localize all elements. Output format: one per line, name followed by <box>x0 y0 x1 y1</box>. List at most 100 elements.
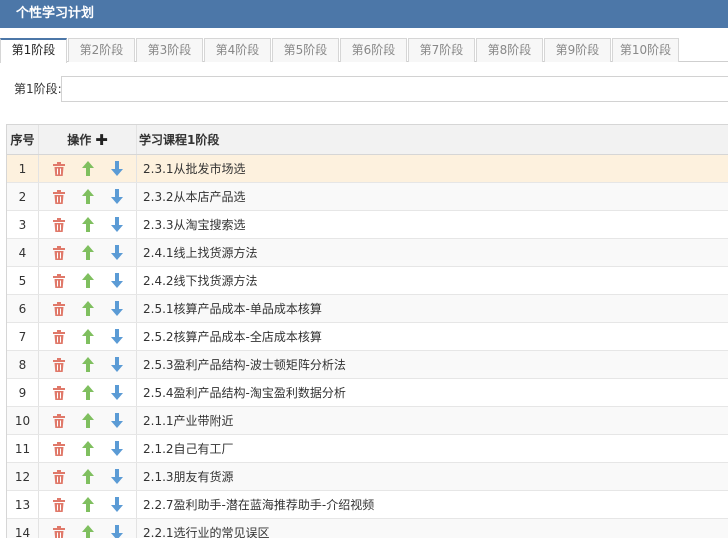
arrow-down-icon[interactable] <box>109 441 124 457</box>
arrow-up-icon[interactable] <box>80 217 95 233</box>
row-index: 3 <box>7 211 39 238</box>
row-course: 2.3.2从本店产品选 <box>143 190 246 204</box>
row-index: 1 <box>7 155 39 182</box>
arrow-up-icon[interactable] <box>80 469 95 485</box>
row-ops <box>39 239 137 266</box>
row-course: 2.1.2自己有工厂 <box>143 442 234 456</box>
arrow-down-icon[interactable] <box>109 245 124 261</box>
arrow-up-icon[interactable] <box>80 161 95 177</box>
table-row[interactable]: 11 2.1.2自己有工厂 <box>7 435 728 463</box>
trash-icon[interactable] <box>51 189 66 205</box>
table-row[interactable]: 14 2.2.1选行业的常见误区 <box>7 519 728 538</box>
arrow-up-icon[interactable] <box>80 525 95 538</box>
trash-icon[interactable] <box>51 497 66 513</box>
table-row[interactable]: 9 2.5.4盈利产品结构-淘宝盈利数据分析 <box>7 379 728 407</box>
row-ops <box>39 211 137 238</box>
row-index: 7 <box>7 323 39 350</box>
tab-stage-4[interactable]: 第4阶段 <box>204 38 271 62</box>
trash-icon[interactable] <box>51 329 66 345</box>
arrow-down-icon[interactable] <box>109 469 124 485</box>
trash-icon[interactable] <box>51 301 66 317</box>
row-index: 2 <box>7 183 39 210</box>
table-row[interactable]: 10 2.1.1产业带附近 <box>7 407 728 435</box>
row-index: 5 <box>7 267 39 294</box>
row-index: 10 <box>7 407 39 434</box>
trash-icon[interactable] <box>51 273 66 289</box>
row-ops <box>39 463 137 490</box>
row-course: 2.1.1产业带附近 <box>143 414 234 428</box>
row-ops <box>39 267 137 294</box>
arrow-down-icon[interactable] <box>109 301 124 317</box>
tab-stage-6[interactable]: 第6阶段 <box>340 38 407 62</box>
row-index: 6 <box>7 295 39 322</box>
row-course: 2.5.3盈利产品结构-波士顿矩阵分析法 <box>143 358 346 372</box>
table-row[interactable]: 4 2.4.1线上找货源方法 <box>7 239 728 267</box>
table-row[interactable]: 5 2.4.2线下找货源方法 <box>7 267 728 295</box>
row-course: 2.5.2核算产品成本-全店成本核算 <box>143 330 322 344</box>
row-course: 2.1.3朋友有货源 <box>143 470 234 484</box>
trash-icon[interactable] <box>51 413 66 429</box>
tab-stage-9[interactable]: 第9阶段 <box>544 38 611 62</box>
tab-stage-5[interactable]: 第5阶段 <box>272 38 339 62</box>
table-row[interactable]: 8 2.5.3盈利产品结构-波士顿矩阵分析法 <box>7 351 728 379</box>
window-title: 个性学习计划 <box>0 0 728 28</box>
row-ops <box>39 323 137 350</box>
trash-icon[interactable] <box>51 525 66 538</box>
trash-icon[interactable] <box>51 245 66 261</box>
arrow-up-icon[interactable] <box>80 301 95 317</box>
trash-icon[interactable] <box>51 385 66 401</box>
stage-name-input[interactable] <box>61 76 728 102</box>
row-index: 4 <box>7 239 39 266</box>
trash-icon[interactable] <box>51 357 66 373</box>
arrow-down-icon[interactable] <box>109 217 124 233</box>
arrow-down-icon[interactable] <box>109 525 124 538</box>
arrow-down-icon[interactable] <box>109 385 124 401</box>
tab-stage-10[interactable]: 第10阶段 <box>612 38 679 62</box>
arrow-up-icon[interactable] <box>80 413 95 429</box>
arrow-down-icon[interactable] <box>109 329 124 345</box>
arrow-up-icon[interactable] <box>80 245 95 261</box>
row-course: 2.4.2线下找货源方法 <box>143 274 258 288</box>
table-row[interactable]: 12 2.1.3朋友有货源 <box>7 463 728 491</box>
row-index: 11 <box>7 435 39 462</box>
table-row[interactable]: 2 2.3.2从本店产品选 <box>7 183 728 211</box>
arrow-down-icon[interactable] <box>109 161 124 177</box>
arrow-up-icon[interactable] <box>80 441 95 457</box>
arrow-up-icon[interactable] <box>80 273 95 289</box>
row-ops <box>39 295 137 322</box>
row-index: 14 <box>7 519 39 538</box>
table-row[interactable]: 1 2.3.1从批发市场选 <box>7 155 728 183</box>
arrow-down-icon[interactable] <box>109 357 124 373</box>
tab-stage-8[interactable]: 第8阶段 <box>476 38 543 62</box>
plus-icon[interactable]: ✚ <box>95 131 108 149</box>
arrow-down-icon[interactable] <box>109 273 124 289</box>
row-course: 2.5.1核算产品成本-单品成本核算 <box>143 302 322 316</box>
table-row[interactable]: 13 2.2.7盈利助手-潜在蓝海推荐助手-介绍视频 <box>7 491 728 519</box>
table-row[interactable]: 3 2.3.3从淘宝搜索选 <box>7 211 728 239</box>
tab-stage-2[interactable]: 第2阶段 <box>68 38 135 62</box>
row-course: 2.4.1线上找货源方法 <box>143 246 258 260</box>
tab-stage-1[interactable]: 第1阶段 <box>0 38 67 63</box>
tab-stage-3[interactable]: 第3阶段 <box>136 38 203 62</box>
arrow-up-icon[interactable] <box>80 357 95 373</box>
trash-icon[interactable] <box>51 161 66 177</box>
row-course: 2.2.7盈利助手-潜在蓝海推荐助手-介绍视频 <box>143 498 375 512</box>
arrow-down-icon[interactable] <box>109 189 124 205</box>
arrow-down-icon[interactable] <box>109 413 124 429</box>
table-row[interactable]: 7 2.5.2核算产品成本-全店成本核算 <box>7 323 728 351</box>
arrow-down-icon[interactable] <box>109 497 124 513</box>
arrow-up-icon[interactable] <box>80 189 95 205</box>
table-row[interactable]: 6 2.5.1核算产品成本-单品成本核算 <box>7 295 728 323</box>
row-ops <box>39 351 137 378</box>
table-header: 序号 操作 ✚ 学习课程1阶段 <box>7 125 728 155</box>
trash-icon[interactable] <box>51 441 66 457</box>
trash-icon[interactable] <box>51 217 66 233</box>
arrow-up-icon[interactable] <box>80 329 95 345</box>
trash-icon[interactable] <box>51 469 66 485</box>
row-index: 8 <box>7 351 39 378</box>
arrow-up-icon[interactable] <box>80 497 95 513</box>
arrow-up-icon[interactable] <box>80 385 95 401</box>
header-course: 学习课程1阶段 <box>139 133 220 147</box>
stage-tabs: 第1阶段 第2阶段 第3阶段 第4阶段 第5阶段 第6阶段 第7阶段 第8阶段 第9阶段 第10阶… <box>0 38 728 63</box>
tab-stage-7[interactable]: 第7阶段 <box>408 38 475 62</box>
